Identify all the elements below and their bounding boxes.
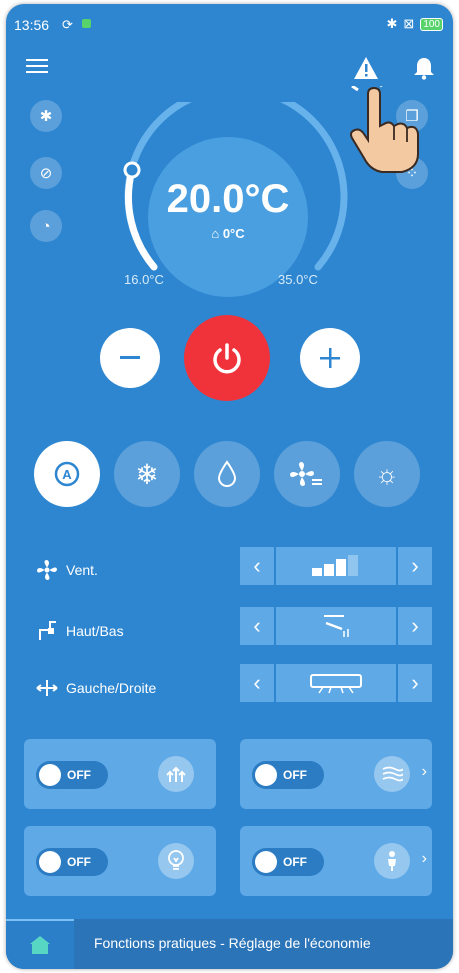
vertical-swing-row: Haut/Bas bbox=[36, 620, 124, 642]
airflow-toggle[interactable]: OFF bbox=[252, 761, 324, 789]
horizontal-swing-row: Gauche/Droite bbox=[36, 677, 156, 699]
auto-mode-button[interactable]: A bbox=[34, 441, 100, 507]
sleep-timer-button[interactable]: ◔ bbox=[30, 210, 62, 242]
home-tab[interactable] bbox=[6, 919, 74, 969]
menu-icon[interactable] bbox=[24, 56, 50, 76]
timer-icon: ◔ bbox=[41, 217, 51, 235]
max-temperature: 35.0°C bbox=[278, 272, 318, 287]
person-sensor-toggle[interactable]: OFF bbox=[252, 848, 324, 876]
fan-speed-stepper: ‹ › bbox=[240, 547, 432, 585]
fan-icon bbox=[290, 462, 322, 486]
fan-speed-row: Vent. bbox=[36, 559, 98, 581]
cool-mode-button[interactable]: ❄ bbox=[114, 441, 180, 507]
updraft-toggle[interactable]: OFF bbox=[36, 761, 108, 789]
plus-icon bbox=[320, 348, 340, 368]
dry-mode-button[interactable] bbox=[194, 441, 260, 507]
bottom-bar: Fonctions pratiques - Réglage de l'écono… bbox=[6, 919, 453, 969]
updraft-icon bbox=[158, 756, 194, 792]
chevron-right-icon: › bbox=[421, 763, 427, 780]
light-toggle[interactable]: OFF bbox=[36, 848, 108, 876]
decrease-temperature-button[interactable] bbox=[100, 328, 160, 388]
snowflake-icon: ❄ bbox=[135, 458, 159, 490]
fan-level-bars-icon bbox=[312, 555, 358, 576]
horizontal-swing-increase-button[interactable]: › bbox=[398, 664, 432, 702]
horizontal-swing-icon bbox=[36, 680, 58, 696]
vertical-swing-label: Haut/Bas bbox=[66, 623, 124, 639]
chevron-right-icon: › bbox=[421, 850, 427, 867]
mute-status-icon: ⊠ bbox=[403, 16, 415, 31]
minus-icon bbox=[120, 356, 140, 359]
light-bulb-icon bbox=[158, 843, 194, 879]
airflow-icon bbox=[374, 756, 410, 792]
fan-speed-icon bbox=[37, 560, 57, 580]
feature-card-person-sensor[interactable]: OFF › bbox=[240, 826, 432, 896]
fan-speed-label: Vent. bbox=[66, 562, 98, 578]
min-temperature: 16.0°C bbox=[124, 272, 164, 287]
feature-card-airflow[interactable]: OFF › bbox=[240, 739, 432, 809]
home-icon bbox=[30, 936, 50, 954]
status-bar: 13:56 ⟳ ✱ ⊠ 100 bbox=[6, 4, 453, 42]
vertical-swing-stepper: ‹ › bbox=[240, 607, 432, 645]
louver-left-right-icon bbox=[310, 674, 362, 694]
sun-icon: ☼ bbox=[375, 458, 399, 489]
setpoint-temperature: 20.0°C bbox=[166, 177, 290, 221]
vertical-swing-increase-button[interactable]: › bbox=[398, 607, 432, 645]
vertical-swing-icon bbox=[39, 621, 56, 640]
horizontal-swing-stepper: ‹ › bbox=[240, 664, 432, 702]
fan-speed-decrease-button[interactable]: ‹ bbox=[240, 547, 274, 585]
sync-icon: ⟳ bbox=[62, 17, 73, 32]
bell-icon[interactable] bbox=[410, 54, 438, 82]
power-button[interactable] bbox=[184, 315, 270, 401]
svg-text:A: A bbox=[62, 467, 72, 482]
horizontal-swing-position bbox=[276, 664, 396, 702]
horizontal-swing-decrease-button[interactable]: ‹ bbox=[240, 664, 274, 702]
feature-card-updraft[interactable]: OFF bbox=[24, 739, 216, 809]
home-icon: ⌂ bbox=[211, 226, 220, 241]
water-drop-icon bbox=[217, 460, 237, 487]
auto-mode-icon: A bbox=[54, 461, 80, 487]
app-screen: 13:56 ⟳ ✱ ⊠ 100 ✱ ⊘ ◔ ❐ ⁘ 20.0°C ⌂ 0°C 1… bbox=[6, 4, 453, 969]
heat-mode-button[interactable]: ☼ bbox=[354, 441, 420, 507]
mute-icon: ⊘ bbox=[39, 165, 53, 182]
no-sound-button[interactable]: ⊘ bbox=[30, 157, 62, 189]
temperature-slider-handle bbox=[123, 161, 141, 179]
notification-dot-icon bbox=[82, 19, 91, 28]
room-temperature: ⌂ 0°C bbox=[211, 226, 245, 241]
fan-mode-button[interactable] bbox=[274, 441, 340, 507]
vertical-swing-position bbox=[276, 607, 396, 645]
fan-speed-level bbox=[276, 547, 396, 585]
feature-card-light[interactable]: OFF bbox=[24, 826, 216, 896]
status-icons: ✱ ⊠ 100 bbox=[386, 16, 443, 32]
tap-hint-hand-icon bbox=[350, 86, 419, 173]
bluetooth-button[interactable]: ✱ bbox=[30, 100, 62, 132]
increase-temperature-button[interactable] bbox=[300, 328, 360, 388]
status-time: 13:56 bbox=[14, 17, 50, 33]
vertical-swing-decrease-button[interactable]: ‹ bbox=[240, 607, 274, 645]
battery-icon: 100 bbox=[420, 17, 443, 31]
bluetooth-icon: ✱ bbox=[39, 108, 53, 125]
louver-up-down-icon bbox=[324, 615, 349, 637]
power-icon bbox=[213, 343, 241, 374]
person-sensor-icon bbox=[374, 843, 410, 879]
horizontal-swing-label: Gauche/Droite bbox=[66, 680, 157, 696]
bottom-bar-text[interactable]: Fonctions pratiques - Réglage de l'écono… bbox=[94, 935, 371, 951]
bluetooth-status-icon: ✱ bbox=[386, 16, 398, 31]
warning-icon[interactable] bbox=[352, 54, 380, 82]
fan-speed-increase-button[interactable]: › bbox=[398, 547, 432, 585]
